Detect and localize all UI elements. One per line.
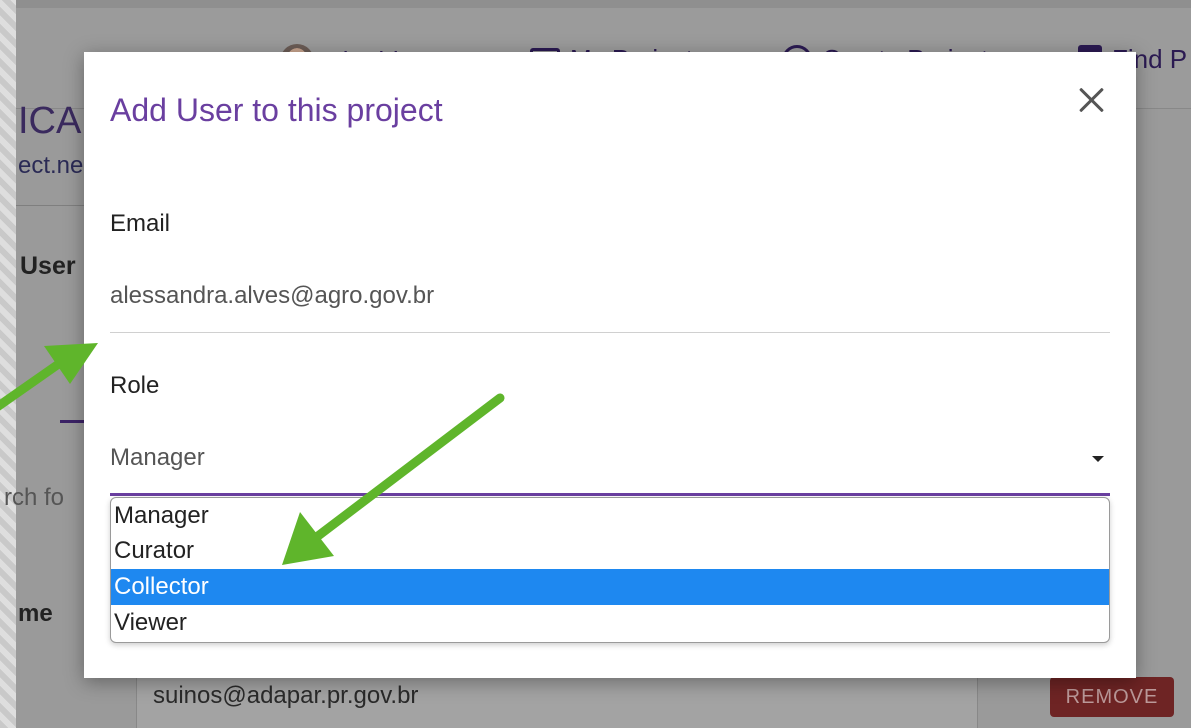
role-option-viewer[interactable]: Viewer bbox=[111, 605, 1109, 641]
project-title-fragment: ICA bbox=[18, 100, 82, 142]
remove-button[interactable]: REMOVE bbox=[1050, 677, 1174, 717]
email-input-underline bbox=[110, 332, 1110, 333]
role-label: Role bbox=[110, 372, 160, 399]
divider bbox=[16, 205, 84, 206]
close-icon[interactable] bbox=[1074, 82, 1110, 118]
project-url-fragment[interactable]: ect.ne bbox=[18, 152, 83, 180]
users-tab-fragment[interactable]: User bbox=[20, 252, 76, 281]
page-border-pattern bbox=[0, 0, 16, 728]
tab-indicator bbox=[60, 420, 84, 423]
modal-title: Add User to this project bbox=[110, 92, 443, 128]
email-label: Email bbox=[110, 210, 171, 237]
caret-down-icon[interactable] bbox=[1092, 456, 1104, 462]
email-input[interactable]: alessandra.alves@agro.gov.br bbox=[110, 282, 434, 310]
role-select-value: Manager bbox=[110, 444, 205, 471]
role-dropdown-list: Manager Curator Collector Viewer bbox=[110, 497, 1110, 643]
search-placeholder-fragment[interactable]: rch fo bbox=[4, 484, 64, 512]
role-select[interactable]: Manager bbox=[110, 436, 1110, 496]
user-email-cell: suinos@adapar.pr.gov.br bbox=[153, 682, 419, 709]
role-option-collector[interactable]: Collector bbox=[111, 569, 1109, 605]
role-option-manager[interactable]: Manager bbox=[111, 498, 1109, 534]
name-column-header-fragment: me bbox=[18, 600, 53, 627]
role-option-curator[interactable]: Curator bbox=[111, 533, 1109, 569]
